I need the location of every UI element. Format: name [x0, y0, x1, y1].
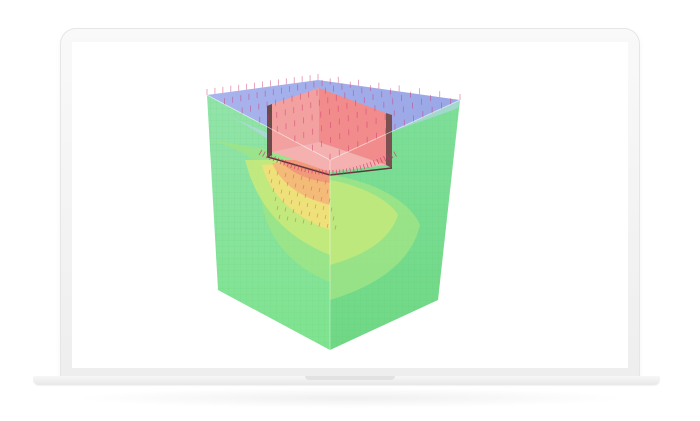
structure-wall-left-edge — [267, 104, 272, 158]
structure-wall-right-edge — [386, 113, 392, 168]
laptop-notch — [305, 376, 395, 380]
laptop-screen — [72, 42, 628, 368]
soil-block-visualization[interactable] — [72, 42, 628, 368]
laptop-shadow — [70, 388, 630, 408]
